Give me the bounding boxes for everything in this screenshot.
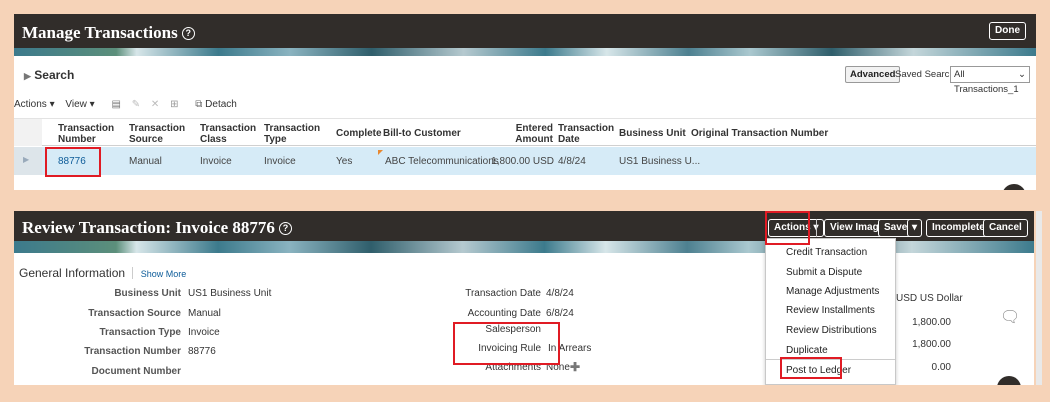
col-transaction-class[interactable]: Transaction Class — [200, 123, 260, 145]
table-toolbar: Actions ▾ View ▾ ▤ ✎ ✕ ⊞ ⧉ Detach — [14, 99, 237, 110]
manage-header: Manage Transactions? Done — [14, 14, 1036, 48]
divider — [816, 219, 817, 237]
add-attachment-icon[interactable]: ✚ — [570, 360, 580, 374]
freeze-icon[interactable]: ⊞ — [170, 99, 178, 110]
cell-source: Manual — [129, 156, 162, 167]
field-value: 4/8/24 — [546, 288, 574, 299]
advanced-button[interactable]: Advanced — [845, 66, 901, 83]
field-label: Transaction Date — [465, 288, 541, 299]
field-label: Document Number — [91, 366, 181, 377]
menu-item-dispute[interactable]: Submit a Dispute — [786, 267, 862, 278]
search-section[interactable]: ▶ Search — [24, 68, 74, 82]
col-transaction-number[interactable]: Transaction Number — [58, 123, 118, 145]
field-value: US1 Business Unit — [188, 288, 272, 299]
row-expand-icon[interactable]: ▶ — [23, 155, 29, 164]
show-more-link[interactable]: Show More — [141, 269, 187, 279]
field-value: 6/8/24 — [546, 308, 574, 319]
review-transaction-panel: Review Transaction: Invoice 88776? Actio… — [14, 211, 1034, 385]
view-menu[interactable]: View ▾ — [65, 99, 94, 110]
manage-transactions-panel: Manage Transactions? Done ▶ Search Advan… — [14, 14, 1036, 190]
field-label: Transaction Type — [99, 327, 181, 338]
menu-item-adjustments[interactable]: Manage Adjustments — [786, 286, 879, 297]
done-button[interactable]: Done — [989, 22, 1026, 40]
field-label: Transaction Number — [84, 346, 181, 357]
menu-item-duplicate[interactable]: Duplicate — [786, 345, 828, 356]
col-business-unit[interactable]: Business Unit — [619, 128, 686, 139]
cell-customer: ABC Telecommunications — [385, 156, 499, 167]
detach-button[interactable]: ⧉ Detach — [195, 99, 237, 110]
highlight-transaction-number — [45, 147, 101, 177]
expand-triangle-icon[interactable]: ▶ — [24, 71, 31, 81]
highlight-actions-button — [765, 211, 810, 245]
col-complete[interactable]: Complete — [336, 128, 382, 139]
save-menu-button[interactable]: ▾ — [907, 219, 923, 237]
review-header: Review Transaction: Invoice 88776? Actio… — [14, 211, 1034, 241]
warning-flag-icon — [378, 150, 383, 155]
cell-complete: Yes — [336, 156, 353, 167]
col-entered-amount[interactable]: Entered Amount — [514, 123, 553, 145]
edit-icon[interactable]: ✎ — [132, 99, 140, 110]
field-label: Business Unit — [114, 288, 181, 299]
cell-amount: 1,800.00 USD — [491, 156, 554, 167]
table-row[interactable]: ▶ 88776 Manual Invoice Invoice Yes ABC T… — [14, 147, 1036, 175]
search-label: Search — [34, 68, 75, 82]
export-icon[interactable]: ▤ — [111, 99, 120, 110]
field-value: Manual — [188, 308, 221, 319]
saved-search-select[interactable]: All Transactions_1 ⌄ — [950, 66, 1030, 95]
chevron-down-icon: ⌄ — [1018, 69, 1026, 80]
field-value: Invoice — [188, 327, 220, 338]
amount-value: 1,800.00 — [912, 317, 951, 328]
chat-icon[interactable]: 🗨 — [1000, 307, 1022, 326]
cell-type: Invoice — [264, 156, 296, 167]
currency-value: USD US Dollar — [896, 293, 963, 304]
field-label: Transaction Source — [88, 308, 181, 319]
review-title: Review Transaction: Invoice 88776? — [22, 218, 292, 238]
highlight-invoicing-rule — [453, 322, 560, 365]
floating-action-button[interactable] — [1002, 184, 1026, 190]
cancel-button[interactable]: Cancel — [983, 219, 1028, 237]
cell-business-unit: US1 Business U... — [619, 156, 701, 167]
cell-date: 4/8/24 — [558, 156, 586, 167]
delete-icon[interactable]: ✕ — [151, 99, 159, 110]
col-original-transaction-number[interactable]: Original Transaction Number — [691, 128, 828, 139]
decorative-banner — [14, 48, 1036, 56]
amount-value: 0.00 — [931, 362, 951, 373]
field-value: 88776 — [188, 346, 216, 357]
help-icon[interactable]: ? — [278, 222, 292, 235]
saved-search-label: Saved Search — [895, 69, 955, 80]
page-title: Manage Transactions? — [22, 23, 195, 43]
amount-value: 1,800.00 — [912, 339, 951, 350]
detach-icon: ⧉ — [195, 99, 203, 110]
col-transaction-type[interactable]: Transaction Type — [264, 123, 324, 145]
chevron-down-icon: ▾ — [912, 222, 918, 233]
menu-item-distributions[interactable]: Review Distributions — [786, 325, 877, 336]
floating-action-button[interactable] — [997, 376, 1021, 385]
field-label: Accounting Date — [467, 308, 541, 319]
col-transaction-date[interactable]: Transaction Date — [558, 123, 614, 145]
col-transaction-source[interactable]: Transaction Source — [129, 123, 189, 145]
help-icon[interactable]: ? — [181, 27, 195, 40]
table-header: Transaction Number Transaction Source Tr… — [14, 118, 1036, 146]
menu-item-installments[interactable]: Review Installments — [786, 305, 875, 316]
menu-item-credit[interactable]: Credit Transaction — [786, 247, 867, 258]
highlight-post-to-ledger — [780, 357, 842, 379]
scrollbar[interactable] — [1036, 211, 1042, 385]
section-title: General Information Show More — [19, 266, 187, 280]
col-bill-to-customer[interactable]: Bill-to Customer — [383, 128, 461, 139]
cell-class: Invoice — [200, 156, 232, 167]
actions-menu[interactable]: Actions ▾ — [14, 99, 55, 110]
incomplete-button[interactable]: Incomplete — [926, 219, 991, 237]
